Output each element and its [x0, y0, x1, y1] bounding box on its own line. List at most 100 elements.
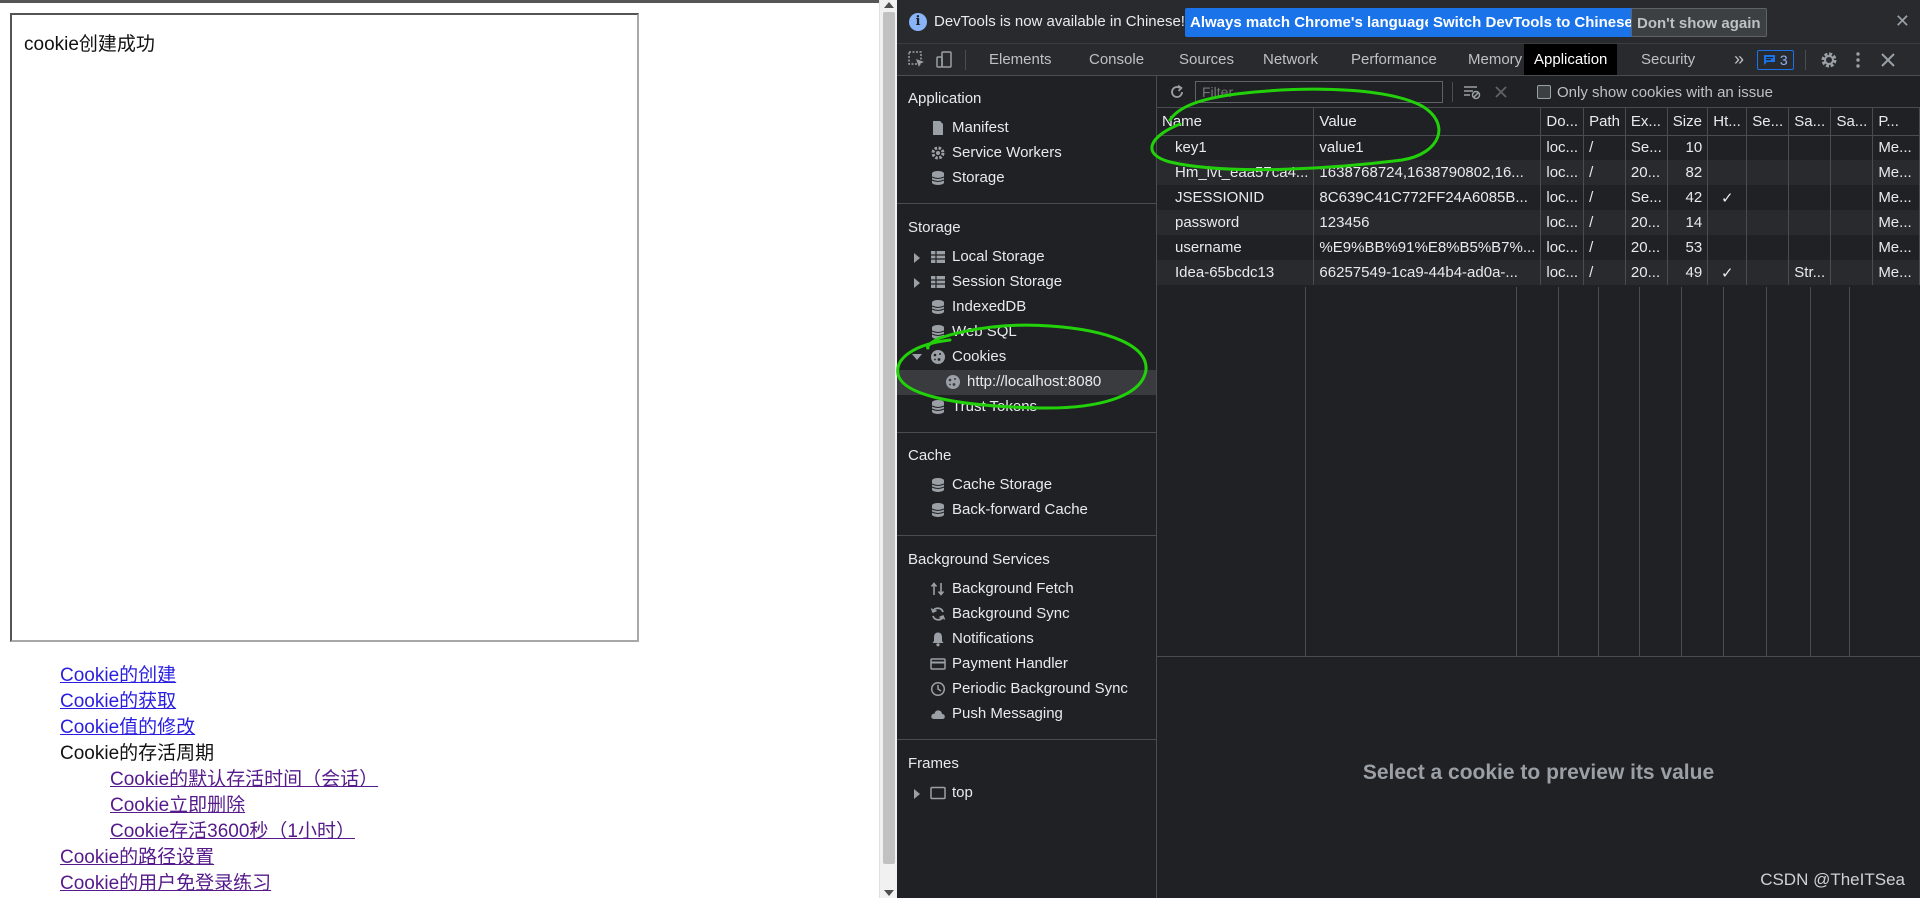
issues-badge[interactable]: 3: [1757, 50, 1794, 70]
table-row[interactable]: JSESSIONID 8C639C41C772FF24A6085B... loc…: [1157, 185, 1920, 210]
scrollbar-thumb[interactable]: [883, 12, 895, 864]
inspect-element-icon[interactable]: [907, 50, 927, 70]
cookie-priority: Me...: [1872, 135, 1920, 160]
more-options-kebab-icon[interactable]: [1848, 50, 1868, 70]
sidebar-item-manifest[interactable]: Manifest: [897, 116, 1156, 141]
sidebar-item-label: Session Storage: [952, 273, 1063, 290]
sidebar-item-background-fetch[interactable]: Background Fetch: [897, 577, 1156, 602]
application-sidebar: Application Manifest Service Workers Sto…: [897, 76, 1157, 898]
scroll-up-arrow-icon[interactable]: [884, 2, 894, 8]
column-header-secure[interactable]: Se...: [1746, 108, 1790, 136]
cookie-samesite: [1788, 235, 1832, 260]
sidebar-item-label: top: [952, 784, 973, 801]
link-cookie-path[interactable]: Cookie的路径设置: [60, 845, 378, 871]
cookie-filter-input[interactable]: [1195, 81, 1443, 103]
sidebar-item-label: Periodic Background Sync: [952, 680, 1128, 697]
table-row[interactable]: username %E9%BB%91%E8%B5%B7%... loc... /…: [1157, 235, 1920, 260]
column-header-value[interactable]: Value: [1313, 108, 1542, 136]
device-toolbar-icon[interactable]: [935, 50, 955, 70]
link-cookie-get[interactable]: Cookie的获取: [60, 689, 378, 715]
link-cookie-create[interactable]: Cookie的创建: [60, 663, 378, 689]
column-header-samesite[interactable]: Sa...: [1788, 108, 1832, 136]
cookie-priority: Me...: [1872, 185, 1920, 210]
column-header-expires[interactable]: Ex...: [1625, 108, 1668, 136]
tab-application[interactable]: Application: [1524, 44, 1618, 75]
tab-sources[interactable]: Sources: [1169, 44, 1244, 75]
sidebar-item-push-messaging[interactable]: Push Messaging: [897, 702, 1156, 727]
sidebar-item-web-sql[interactable]: Web SQL: [897, 320, 1156, 345]
infobar-close-icon[interactable]: ✕: [1895, 11, 1910, 32]
sidebar-item-payment-handler[interactable]: Payment Handler: [897, 652, 1156, 677]
link-cookie-3600s[interactable]: Cookie存活3600秒（1小时）: [60, 819, 378, 845]
tab-security[interactable]: Security: [1631, 44, 1705, 75]
divider: [897, 739, 1156, 740]
tab-performance[interactable]: Performance: [1341, 44, 1447, 75]
page-scrollbar[interactable]: [879, 0, 897, 898]
cookies-table: Name Value Do... Path Ex... Size Ht... S…: [1157, 108, 1920, 285]
sidebar-item-local-storage[interactable]: Local Storage: [897, 245, 1156, 270]
sidebar-item-label: Web SQL: [952, 323, 1017, 340]
dont-show-again-button[interactable]: Don't show again: [1631, 8, 1767, 37]
sidebar-item-background-sync[interactable]: Background Sync: [897, 602, 1156, 627]
refresh-icon[interactable]: [1169, 84, 1185, 100]
cookie-domain: loc...: [1540, 260, 1585, 285]
table-row[interactable]: Hm_lvt_eaa57ca4... 1638768724,1638790802…: [1157, 160, 1920, 185]
tab-separator: [1805, 50, 1806, 70]
cookie-size: 10: [1667, 135, 1709, 160]
tab-console[interactable]: Console: [1079, 44, 1154, 75]
expand-arrow-icon[interactable]: [914, 253, 920, 263]
column-header-domain[interactable]: Do...: [1540, 108, 1585, 136]
collapse-arrow-icon[interactable]: [912, 354, 922, 360]
switch-to-chinese-button[interactable]: Switch DevTools to Chinese: [1428, 8, 1638, 37]
expand-arrow-icon[interactable]: [914, 789, 920, 799]
column-header-priority[interactable]: P...: [1872, 108, 1920, 136]
sidebar-item-frame-top[interactable]: top: [897, 781, 1156, 806]
devtools-panel: i DevTools is now available in Chinese! …: [897, 0, 1920, 898]
tab-memory[interactable]: Memory: [1458, 44, 1532, 75]
table-row[interactable]: password 123456 loc... / 20... 14 Me...: [1157, 210, 1920, 235]
devtools-tabbar: Elements Console Sources Network Perform…: [897, 44, 1920, 76]
link-cookie-modify[interactable]: Cookie值的修改: [60, 715, 378, 741]
sidebar-item-session-storage[interactable]: Session Storage: [897, 270, 1156, 295]
sidebar-item-service-workers[interactable]: Service Workers: [897, 141, 1156, 166]
sidebar-item-localhost-cookies[interactable]: http://localhost:8080: [897, 370, 1156, 395]
sidebar-item-back-forward-cache[interactable]: Back-forward Cache: [897, 498, 1156, 523]
section-frames-title: Frames: [908, 755, 959, 772]
column-header-size[interactable]: Size: [1667, 108, 1709, 136]
cookie-value: 8C639C41C772FF24A6085B...: [1313, 185, 1542, 210]
sidebar-item-indexeddb[interactable]: IndexedDB: [897, 295, 1156, 320]
cookie-name: JSESSIONID: [1157, 185, 1315, 210]
column-header-name[interactable]: Name: [1157, 108, 1315, 136]
tab-network[interactable]: Network: [1253, 44, 1328, 75]
clear-filtered-cookies-icon[interactable]: [1463, 84, 1481, 100]
table-row[interactable]: Idea-65bcdc13 66257549-1ca9-44b4-ad0a-..…: [1157, 260, 1920, 285]
expand-arrow-icon[interactable]: [914, 278, 920, 288]
sidebar-item-trust-tokens[interactable]: Trust Tokens: [897, 395, 1156, 420]
always-match-language-button[interactable]: Always match Chrome's language: [1185, 8, 1438, 37]
settings-gear-icon[interactable]: [1819, 50, 1839, 70]
table-row[interactable]: key1 value1 loc... / Se... 10 Me...: [1157, 135, 1920, 160]
sidebar-item-label: Background Fetch: [952, 580, 1074, 597]
sidebar-item-cache-storage[interactable]: Cache Storage: [897, 473, 1156, 498]
sidebar-item-periodic-background-sync[interactable]: Periodic Background Sync: [897, 677, 1156, 702]
column-header-path[interactable]: Path: [1583, 108, 1626, 136]
delete-selected-icon[interactable]: [1494, 85, 1508, 99]
column-header-sameparty[interactable]: Sa...: [1830, 108, 1874, 136]
close-devtools-icon[interactable]: [1878, 50, 1898, 70]
only-issues-checkbox[interactable]: [1537, 85, 1551, 99]
sidebar-item-notifications[interactable]: Notifications: [897, 627, 1156, 652]
tab-elements[interactable]: Elements: [979, 44, 1062, 75]
column-line: [1598, 287, 1599, 656]
link-cookie-auto-login[interactable]: Cookie的用户免登录练习: [60, 871, 378, 897]
cookie-value: 1638768724,1638790802,16...: [1313, 160, 1542, 185]
link-cookie-delete-now[interactable]: Cookie立即删除: [60, 793, 378, 819]
scroll-down-arrow-icon[interactable]: [884, 890, 894, 896]
more-tabs-icon[interactable]: »: [1724, 44, 1754, 75]
column-header-httponly[interactable]: Ht...: [1707, 108, 1748, 136]
link-cookie-default-lifetime[interactable]: Cookie的默认存活时间（会话）: [60, 767, 378, 793]
sidebar-item-storage[interactable]: Storage: [897, 166, 1156, 191]
database-icon: [931, 300, 945, 314]
sidebar-item-cookies[interactable]: Cookies: [897, 345, 1156, 370]
issues-count: 3: [1779, 52, 1788, 68]
sidebar-item-label: Manifest: [952, 119, 1009, 136]
